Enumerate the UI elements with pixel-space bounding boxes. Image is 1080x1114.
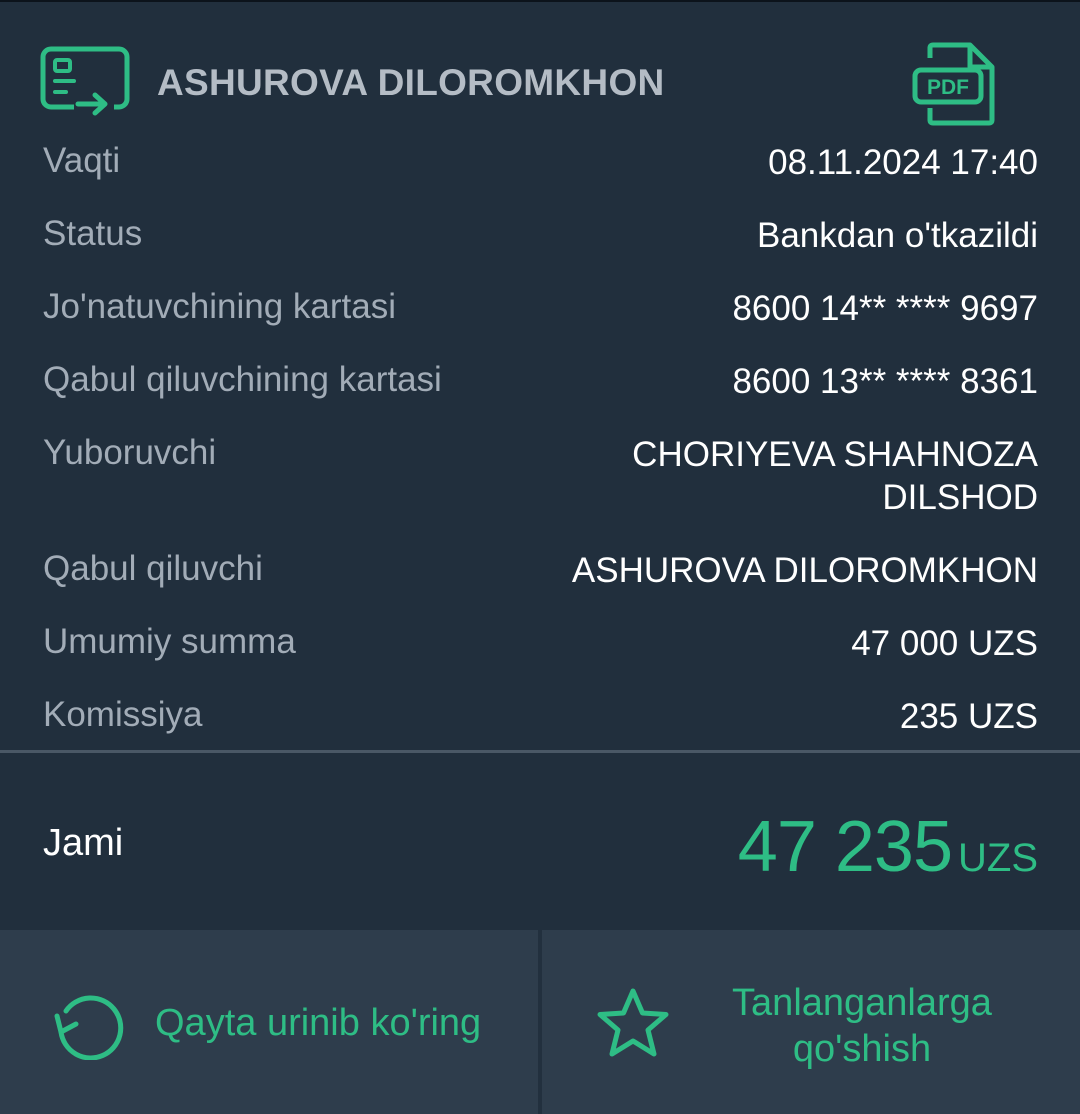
detail-value: 235 UZS: [899, 697, 1038, 736]
detail-value: 8600 13** **** 8361: [732, 362, 1038, 401]
pdf-document-icon: PDF: [912, 42, 995, 126]
add-to-favorites-label: Tanlanganlarga qo'shish: [732, 982, 992, 1070]
add-to-favorites-button[interactable]: Tanlanganlarga qo'shish: [542, 930, 1080, 1114]
action-bar: Qayta urinib ko'ring Tanlanganlarga qo's…: [0, 930, 1080, 1114]
card-transfer-icon: [40, 46, 130, 118]
total-amount: 47 235 UZS: [738, 806, 1038, 888]
detail-value: Bankdan o'tkazildi: [756, 216, 1038, 255]
detail-label: Umumiy summa: [43, 622, 296, 661]
detail-label: Jo'natuvchining kartasi: [43, 287, 396, 326]
detail-value: 47 000 UZS: [851, 624, 1038, 663]
pdf-icon-label: PDF: [927, 76, 969, 99]
total-amount-value: 47 235: [737, 807, 953, 887]
detail-value: ASHUROVA DILOROMKHON: [571, 551, 1038, 590]
detail-value: 8600 14** **** 9697: [732, 289, 1038, 328]
detail-label: Qabul qiluvchining kartasi: [43, 360, 442, 399]
recipient-name: ASHUROVA DILOROMKHON: [157, 62, 665, 103]
pdf-download-button[interactable]: PDF: [912, 42, 996, 126]
receipt-header: ASHUROVA DILOROMKHON PDF: [0, 0, 1080, 150]
detail-label: Vaqti: [43, 141, 121, 180]
detail-label: Yuboruvchi: [43, 433, 217, 472]
detail-label: Status: [43, 214, 143, 253]
detail-label: Qabul qiluvchi: [43, 549, 263, 588]
retry-label: Qayta urinib ko'ring: [155, 1002, 482, 1044]
detail-value: 08.11.2024 17:40: [768, 143, 1038, 182]
detail-value: CHORIYEVA SHAHNOZA DILSHOD: [632, 435, 1038, 517]
retry-button[interactable]: Qayta urinib ko'ring: [0, 930, 538, 1114]
star-icon: [597, 988, 669, 1057]
total-currency: UZS: [958, 836, 1038, 880]
retry-icon: [54, 995, 124, 1060]
detail-label: Komissiya: [43, 695, 203, 734]
section-divider: [0, 750, 1080, 753]
total-label: Jami: [43, 822, 124, 864]
